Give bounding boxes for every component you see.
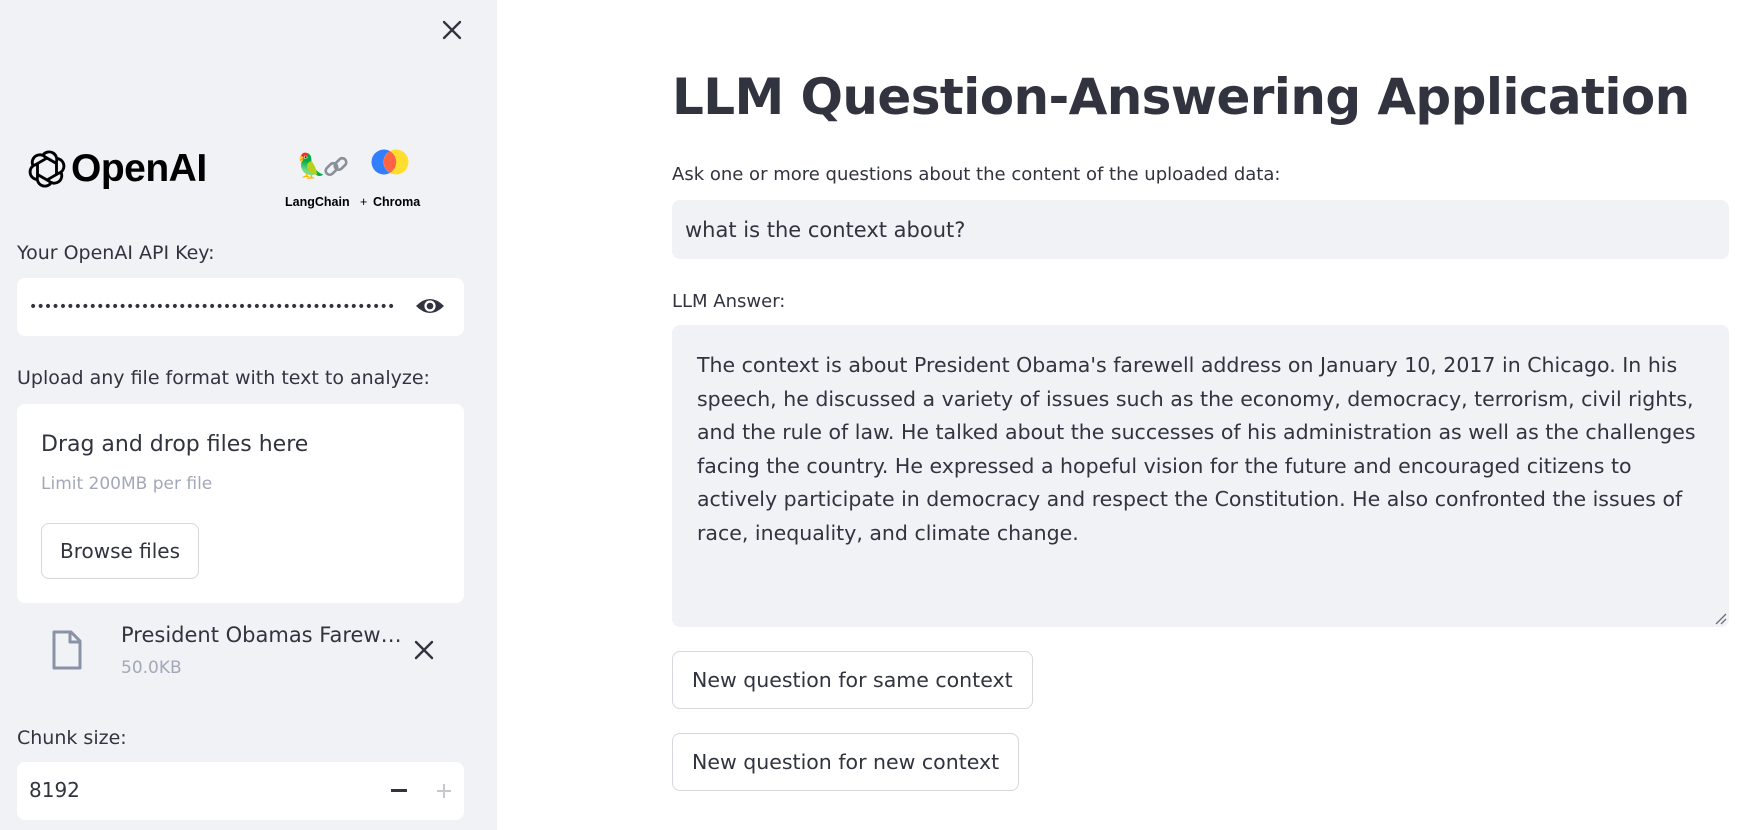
chunk-size-label: Chunk size:: [17, 727, 127, 749]
page-title: LLM Question-Answering Application: [672, 68, 1690, 126]
sidebar: OpenAI 🦜 LangChain + Chroma Your OpenAI …: [0, 0, 497, 830]
openai-logo: OpenAI: [28, 147, 207, 191]
show-password-button[interactable]: [415, 294, 445, 322]
eye-icon: [416, 299, 444, 313]
plus-caption: +: [360, 195, 368, 209]
dropzone-instructions: Drag and drop files here: [41, 432, 309, 457]
upload-label: Upload any file format with text to anal…: [17, 367, 430, 389]
remove-file-button[interactable]: [414, 640, 434, 664]
chunk-size-input[interactable]: 8192: [29, 778, 80, 802]
parrot-icon: 🦜: [296, 152, 326, 180]
plus-icon: [436, 784, 451, 798]
chunk-size-stepper[interactable]: 8192: [17, 762, 464, 820]
chroma-icon: [371, 149, 409, 175]
remove-file-icon: [414, 640, 434, 660]
file-dropzone[interactable]: Drag and drop files here Limit 200MB per…: [17, 404, 464, 603]
answer-label: LLM Answer:: [672, 291, 786, 312]
openai-wordmark: OpenAI: [71, 147, 207, 190]
chroma-caption: Chroma: [373, 195, 421, 209]
file-icon: [52, 630, 82, 670]
new-question-same-context-button[interactable]: New question for same context: [672, 651, 1033, 709]
new-question-new-context-button[interactable]: New question for new context: [672, 733, 1020, 791]
close-sidebar-button[interactable]: [436, 14, 468, 46]
langchain-chroma-logo: 🦜 LangChain + Chroma: [285, 148, 458, 209]
uploaded-file-size: 50.0KB: [121, 658, 182, 678]
answer-textarea[interactable]: The context is about President Obama's f…: [672, 325, 1729, 627]
question-label: Ask one or more questions about the cont…: [672, 164, 1281, 185]
langchain-caption: LangChain: [285, 195, 350, 209]
minus-icon: [391, 789, 407, 792]
api-key-label: Your OpenAI API Key:: [17, 242, 215, 264]
uploaded-file-name: President Obamas Farewell Address.txt: [121, 623, 413, 647]
increment-button[interactable]: [423, 762, 464, 820]
dropzone-limit: Limit 200MB per file: [41, 474, 213, 494]
api-key-masked-value[interactable]: ••••••••••••••••••••••••••••••••••••••••…: [29, 292, 395, 322]
resize-grip-icon[interactable]: [1713, 611, 1727, 625]
close-icon: [442, 20, 462, 40]
question-input[interactable]: [672, 200, 1729, 259]
decrement-button[interactable]: [375, 762, 423, 820]
browse-files-button[interactable]: Browse files: [41, 523, 199, 579]
chain-link-icon: [324, 156, 348, 177]
answer-text[interactable]: The context is about President Obama's f…: [697, 349, 1707, 550]
openai-icon: [28, 150, 66, 188]
uploaded-file: President Obamas Farewell Address.txt 50…: [17, 618, 464, 690]
api-key-field[interactable]: ••••••••••••••••••••••••••••••••••••••••…: [17, 278, 464, 336]
logos-banner: OpenAI 🦜 LangChain + Chroma: [28, 140, 468, 210]
